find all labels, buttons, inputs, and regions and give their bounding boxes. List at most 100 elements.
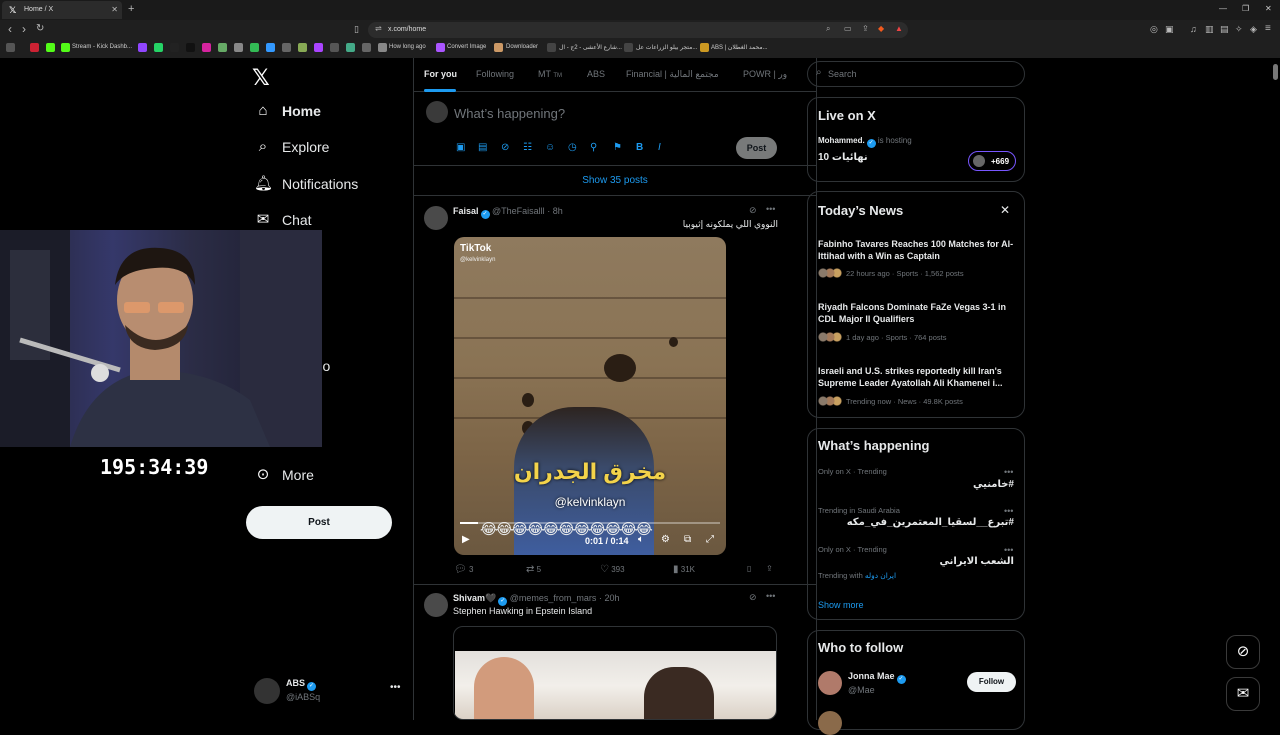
bookmark-link-icon[interactable] bbox=[362, 43, 371, 52]
wallet-icon[interactable]: ▣ bbox=[1165, 22, 1174, 36]
tweet-handle[interactable]: @TheFaisalll bbox=[492, 206, 545, 216]
bookmark-dark-icon[interactable] bbox=[330, 43, 339, 52]
show-posts-link[interactable]: Show 35 posts bbox=[414, 166, 816, 196]
bookmark-misc-icon[interactable] bbox=[298, 43, 307, 52]
live-title[interactable]: نهائيات 10 bbox=[818, 152, 868, 163]
bookmark-green-icon[interactable] bbox=[218, 43, 227, 52]
page-scrollbar[interactable] bbox=[1273, 64, 1278, 80]
bookmark-kick-icon[interactable] bbox=[46, 43, 55, 52]
follow-user-name[interactable]: Jonna Mae ✓ bbox=[848, 671, 906, 684]
zoom-icon[interactable]: ⌕ bbox=[826, 24, 830, 34]
follow-button[interactable]: Follow bbox=[967, 672, 1016, 692]
italic-icon[interactable]: I bbox=[658, 142, 661, 153]
compose-input[interactable]: What’s happening? bbox=[454, 106, 565, 121]
extensions-icon[interactable]: ◎ bbox=[1150, 22, 1158, 36]
pip-icon[interactable]: ⧉ bbox=[684, 534, 691, 545]
trend-menu-icon[interactable]: ••• bbox=[1004, 467, 1013, 477]
address-bar[interactable]: ⇌ x.com/home ⌕ ▭ ⇪ ◆ ▲ bbox=[368, 22, 908, 38]
bookmark-icon[interactable]: ▯ bbox=[747, 564, 751, 573]
play-icon[interactable]: ▶ bbox=[462, 534, 470, 545]
bookmark-downloader-icon[interactable] bbox=[494, 43, 503, 52]
grok-icon[interactable]: ⊘ bbox=[749, 592, 757, 603]
avatar[interactable] bbox=[818, 671, 842, 695]
show-more-link[interactable]: Show more bbox=[818, 600, 864, 610]
tweet-video[interactable]: TikTok @kelvinklayn مخرق الجدران @kelvin… bbox=[454, 237, 726, 555]
bookmark-teal-icon[interactable] bbox=[346, 43, 355, 52]
bookmark-how-long-ago[interactable]: How long ago bbox=[389, 44, 426, 50]
volume-icon[interactable]: 🔈︎ bbox=[638, 534, 644, 545]
trend-menu-icon[interactable]: ••• bbox=[1004, 506, 1013, 516]
tweet-menu-icon[interactable]: ••• bbox=[766, 591, 775, 601]
messages-fab-icon[interactable]: ✉ bbox=[1226, 677, 1260, 711]
forward-icon[interactable]: › bbox=[22, 22, 26, 36]
close-icon[interactable]: ✕ bbox=[1000, 203, 1010, 217]
image-icon[interactable]: ▣ bbox=[456, 142, 465, 153]
reload-icon[interactable]: ↻ bbox=[36, 22, 44, 36]
tweet-menu-icon[interactable]: ••• bbox=[766, 204, 775, 214]
restore-icon[interactable]: ❐ bbox=[1242, 4, 1249, 13]
reply-button[interactable]: 💬︎ 3 bbox=[454, 564, 473, 575]
tweet-author[interactable]: Faisal bbox=[453, 206, 479, 216]
avatar[interactable] bbox=[424, 593, 448, 617]
repost-button[interactable]: ⇄ 5 bbox=[526, 564, 541, 575]
bookmark-convert-icon[interactable] bbox=[436, 43, 445, 52]
news-item-title[interactable]: Fabinho Tavares Reaches 100 Matches for … bbox=[818, 238, 1016, 262]
gif-icon[interactable]: ▤ bbox=[478, 142, 487, 153]
grok-fab-icon[interactable]: ⊘ bbox=[1226, 635, 1260, 669]
trend-with-link[interactable]: ايران دوله bbox=[865, 571, 896, 580]
video-progress[interactable] bbox=[460, 522, 720, 524]
bookmark-x-icon[interactable] bbox=[170, 43, 179, 52]
trend-name[interactable]: #خامنيي bbox=[973, 479, 1014, 490]
tab-powr[interactable]: POWR | ور bbox=[743, 69, 787, 80]
tweet-author[interactable]: Shivam🖤 bbox=[453, 593, 496, 603]
bookmark-abs[interactable]: ABS | محمد الغطلان... bbox=[711, 44, 768, 51]
avatar[interactable] bbox=[424, 206, 448, 230]
menu-icon[interactable]: ≡ bbox=[1265, 22, 1271, 36]
bookmark-street-icon[interactable] bbox=[547, 43, 556, 52]
poll-icon[interactable]: ☷ bbox=[523, 142, 532, 153]
tweet-handle[interactable]: @memes_from_mars bbox=[510, 593, 597, 603]
flag-icon[interactable]: ⚑ bbox=[613, 142, 622, 153]
grok-icon[interactable]: ⊘ bbox=[501, 142, 509, 153]
sidebar-icon[interactable]: ▥ bbox=[1205, 22, 1214, 36]
tweet-time[interactable]: 8h bbox=[553, 206, 563, 216]
wallet2-icon[interactable]: ▤ bbox=[1220, 22, 1229, 36]
views-button[interactable]: ▮ 31K bbox=[673, 564, 695, 575]
bookmark-blue-icon[interactable] bbox=[266, 43, 275, 52]
bookmark-store[interactable]: متجر بيلو الزراعات عل... bbox=[636, 44, 697, 51]
search-input[interactable]: ⌕ Search bbox=[807, 61, 1025, 87]
account-switcher[interactable]: ABS ✓ @iABSq ••• bbox=[254, 676, 404, 708]
bookmark-tiktok-icon[interactable] bbox=[186, 43, 195, 52]
fullscreen-icon[interactable]: ⤢ bbox=[706, 534, 714, 545]
screen-icon[interactable]: ▭ bbox=[844, 24, 852, 33]
bookmark-github-icon[interactable] bbox=[282, 43, 291, 52]
bookmark-sheets-icon[interactable] bbox=[250, 43, 259, 52]
bookmark-globe-icon[interactable] bbox=[378, 43, 387, 52]
avatar[interactable] bbox=[818, 711, 842, 735]
back-icon[interactable]: ‹ bbox=[8, 22, 12, 36]
bookmark-convert-image[interactable]: Convert Image bbox=[447, 44, 486, 50]
bookmark-street[interactable]: شارع الأعشى - 2ج - ال... bbox=[559, 44, 622, 51]
tab-mt[interactable]: MT TM bbox=[538, 69, 562, 79]
grok-icon[interactable]: ⊘ bbox=[749, 205, 757, 216]
share-icon[interactable]: ⇪ bbox=[766, 564, 773, 573]
compose-post-button[interactable]: Post bbox=[736, 137, 777, 159]
tweet-image[interactable] bbox=[453, 626, 777, 720]
emoji-icon[interactable]: ☺ bbox=[545, 142, 555, 153]
media-icon[interactable]: ♫ bbox=[1190, 22, 1197, 36]
trend-name[interactable]: #تبرع__لسقيا_المعتمرين_في_مكه bbox=[847, 517, 1014, 528]
location-icon[interactable]: ⚲ bbox=[590, 142, 597, 153]
bold-icon[interactable]: B bbox=[636, 142, 643, 153]
bookmark-instagram-icon[interactable] bbox=[202, 43, 211, 52]
like-button[interactable]: ♡ 393 bbox=[600, 564, 625, 575]
schedule-icon[interactable]: ◷ bbox=[568, 142, 577, 153]
settings-icon[interactable]: ⚙ bbox=[661, 534, 670, 545]
tab-financial[interactable]: Financial | مجتمع المالية bbox=[626, 69, 719, 80]
apps-icon[interactable] bbox=[6, 43, 15, 52]
tab-following[interactable]: Following bbox=[476, 69, 514, 79]
window-close-icon[interactable]: ✕ bbox=[1265, 4, 1272, 13]
browser-tab[interactable]: 𝕏 Home / X ✕ bbox=[2, 1, 122, 19]
vpn-icon[interactable]: ◈ bbox=[1250, 22, 1257, 36]
live-listeners[interactable]: +669 bbox=[968, 151, 1016, 171]
bookmark-store-icon[interactable] bbox=[624, 43, 633, 52]
